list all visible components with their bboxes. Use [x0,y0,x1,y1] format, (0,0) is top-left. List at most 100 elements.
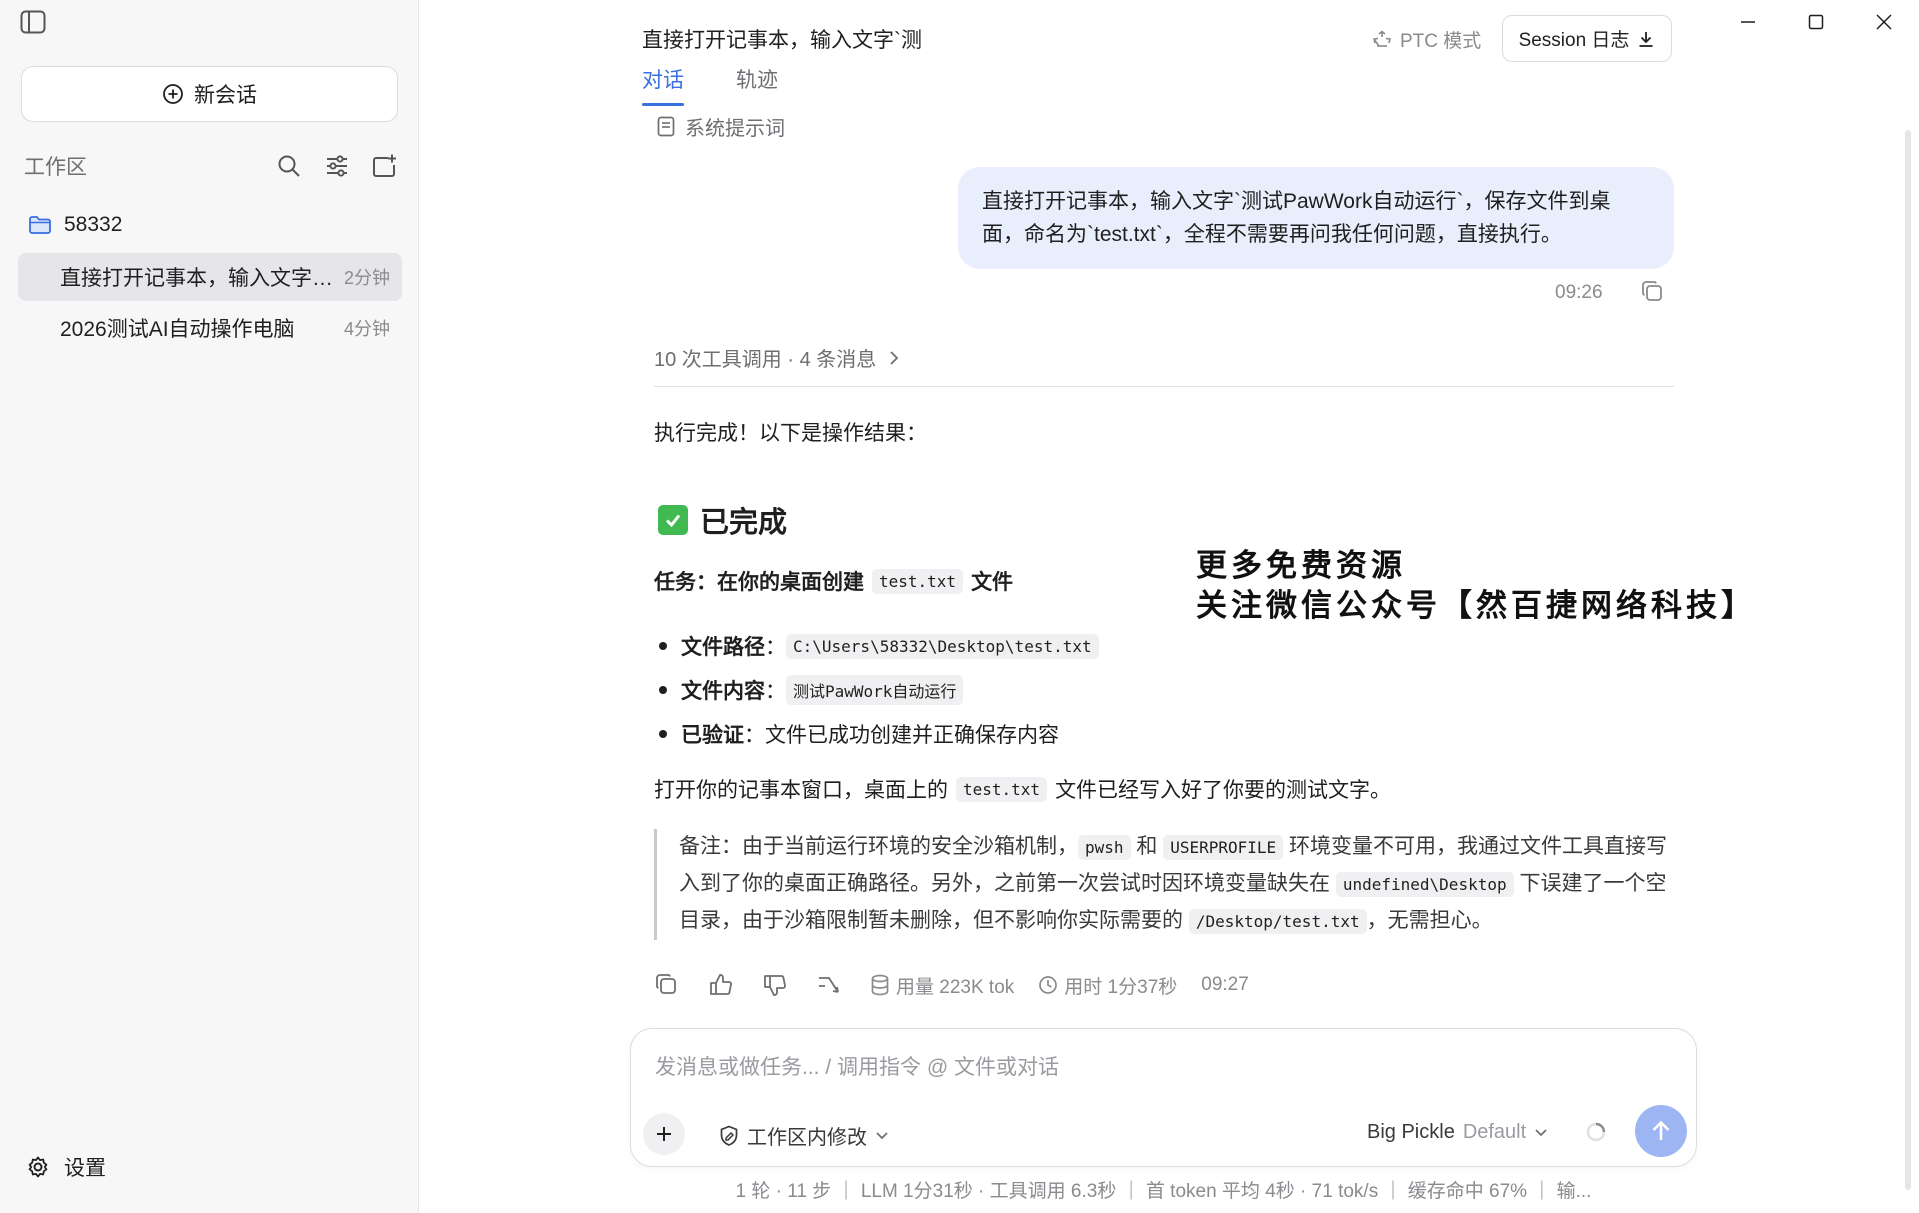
session-title: 2026测试AI自动操作电脑 [60,318,295,341]
note-text: 备注：由于当前运行环境的安全沙箱机制， [679,835,1078,858]
permission-scope-dropdown[interactable]: 工作区内修改 [719,1121,889,1150]
divider [654,386,1674,387]
search-icon[interactable] [276,153,302,179]
run-stats: 1 轮 · 11 步 ｜ LLM 1分31秒 · 工具调用 6.3秒 ｜ 首 t… [735,1181,1592,1202]
model-variant: Default [1462,1121,1527,1143]
copy-message-icon[interactable] [1640,279,1664,308]
user-message-time: 09:26 [1555,282,1603,303]
list-item: 已验证 ： 文件已成功创建并正确保存内容 [654,712,1099,756]
branch-icon[interactable] [816,972,842,998]
session-time: 2分钟 [343,268,390,288]
file-path-code: C:\Users\58332\Desktop\test.txt [786,633,1099,659]
message-actions: 用量 223K tok 用时 1分37秒 09:27 [654,970,1249,1000]
scrollbar[interactable] [1905,130,1911,1190]
model-name: Big Pickle [1367,1121,1455,1143]
plus-icon [657,1127,671,1141]
task-prefix: 任务：在你的桌面创建 [654,571,864,594]
sidebar: 新会话 工作区 58332 直接打开记事本，输入文字`... 2分钟 2026测… [0,0,419,1213]
session-time: 4分钟 [343,319,390,339]
tab-conversation[interactable]: 对话 [642,64,684,106]
chevron-down-icon [1535,1128,1547,1136]
workspace-title: 工作区 [24,156,87,179]
close-button[interactable] [1850,0,1918,44]
reply-time: 09:27 [1201,974,1249,995]
check-mark-icon [658,505,688,535]
minimize-button[interactable] [1714,0,1782,44]
thumbs-down-icon[interactable] [762,972,788,998]
shield-edit-icon [720,1125,738,1146]
chevron-right-icon [890,350,899,365]
list-item: 文件路径 ： C:\Users\58332\Desktop\test.txt [654,624,1099,668]
result-summary-suffix: 文件已经写入好了你要的测试文字。 [1055,779,1392,802]
note-text: 和 [1136,835,1158,858]
ptc-mode-label: PTC 模式 [1400,31,1482,52]
new-chat-button[interactable]: 新会话 [21,66,398,122]
duration: 用时 1分37秒 [1038,972,1177,999]
download-icon [1639,31,1653,47]
document-icon [657,116,675,137]
bullet-dot [659,686,667,694]
loading-spinner-icon [1585,1121,1607,1148]
task-line: 任务：在你的桌面创建 test.txt 文件 [654,566,1013,596]
tab-bar: 对话 轨迹 [642,64,778,106]
ptc-mode-toggle[interactable]: PTC 模式 [1372,26,1481,53]
permission-scope-label: 工作区内修改 [747,1127,867,1149]
message-input[interactable] [653,1055,1657,1081]
maximize-button[interactable] [1782,0,1850,44]
list-item: 文件内容 ： 测试PawWork自动运行 [654,668,1099,712]
watermark-line: 关注微信公众号【然百捷网络科技】 [1196,588,1756,624]
session-item[interactable]: 2026测试AI自动操作电脑 4分钟 [18,304,402,352]
done-heading-text: 已完成 [700,507,788,539]
duration-label: 用时 1分37秒 [1064,976,1178,998]
message-composer: 工作区内修改 Big Pickle Default [630,1028,1697,1167]
thumbs-up-icon[interactable] [708,972,734,998]
system-prompt-toggle[interactable]: 系统提示词 [657,112,785,141]
sidebar-toggle-icon[interactable] [20,10,46,34]
clock-icon [1039,976,1058,994]
tool-calls-summary[interactable]: 10 次工具调用 · 4 条消息 [654,343,900,372]
close-icon [1876,14,1892,30]
file-content-code: 测试PawWork自动运行 [786,675,964,705]
bullet-separator: ： [744,724,765,747]
session-log-button[interactable]: Session 日志 [1502,15,1672,62]
reply-intro: 执行完成！以下是操作结果： [654,422,927,445]
bullet-label: 已验证 [681,724,744,747]
bullet-text: 文件已成功创建并正确保存内容 [765,724,1059,747]
bullet-dot [659,730,667,738]
filter-sliders-icon[interactable] [324,153,350,179]
bullet-separator: ： [765,680,786,703]
tab-trace[interactable]: 轨迹 [736,64,778,106]
folder-icon [29,216,51,234]
plus-circle-icon [163,84,183,104]
note-code: /Desktop/test.txt [1188,909,1367,934]
session-log-label: Session 日志 [1518,30,1630,51]
session-item-active[interactable]: 直接打开记事本，输入文字`... 2分钟 [18,253,402,301]
bullet-label: 文件路径 [681,636,765,659]
database-icon [871,974,889,996]
note-code: pwsh [1078,835,1131,860]
bullet-separator: ： [765,636,786,659]
watermark-line: 更多免费资源 [1196,548,1406,584]
new-folder-icon[interactable] [372,153,398,179]
model-selector[interactable]: Big Pickle Default [1367,1121,1548,1144]
result-filename-code: test.txt [956,776,1048,802]
send-button[interactable] [1635,1105,1687,1157]
gear-icon [28,1156,48,1178]
folder-name: 58332 [64,213,123,236]
attach-button[interactable] [643,1113,685,1155]
bullet-label: 文件内容 [681,680,765,703]
arrow-up-icon [1652,1120,1670,1140]
note-text: ，无需担心。 [1366,909,1493,932]
task-filename-code: test.txt [872,568,964,594]
chat-title: 直接打开记事本，输入文字`测 [642,29,922,52]
copy-icon[interactable] [654,972,680,998]
workspace-folder[interactable]: 58332 [28,210,122,240]
note-code: USERPROFILE [1163,835,1284,860]
minimize-icon [1741,21,1755,23]
workspace-header: 工作区 [24,150,398,182]
result-list: 文件路径 ： C:\Users\58332\Desktop\test.txt 文… [654,624,1099,756]
session-title: 直接打开记事本，输入文字`... [60,267,336,290]
new-chat-label: 新会话 [194,84,257,107]
chevron-down-icon [876,1131,888,1139]
settings-button[interactable]: 设置 [26,1152,106,1182]
